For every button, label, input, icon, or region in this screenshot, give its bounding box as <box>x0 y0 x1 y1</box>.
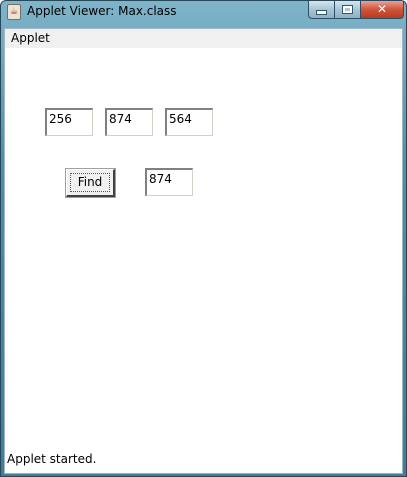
result-field[interactable]: 874 <box>145 168 193 196</box>
close-icon: ✕ <box>376 2 388 16</box>
menu-applet[interactable]: Applet <box>11 31 50 45</box>
window-title: Applet Viewer: Max.class <box>27 4 177 18</box>
number-input-3[interactable]: 564 <box>165 108 213 136</box>
status-text: Applet started. <box>7 452 97 466</box>
number-input-1[interactable]: 256 <box>45 108 93 136</box>
minimize-icon <box>316 10 327 15</box>
close-button[interactable]: ✕ <box>360 1 404 19</box>
find-button[interactable]: Find <box>65 168 116 198</box>
focus-ring <box>70 173 110 192</box>
maximize-button[interactable] <box>334 1 361 19</box>
maximize-icon <box>342 5 353 14</box>
applet-area: Applet 256 874 564 Find 874 Applet start… <box>4 28 403 474</box>
applet-viewer-window: ☕ Applet Viewer: Max.class ✕ Applet 256 … <box>0 0 407 477</box>
title-bar[interactable]: ☕ Applet Viewer: Max.class ✕ <box>1 1 406 23</box>
minimize-button[interactable] <box>308 1 335 19</box>
menu-bar: Applet <box>5 29 402 48</box>
number-input-2[interactable]: 874 <box>105 108 153 136</box>
java-cup-icon[interactable]: ☕ <box>7 4 21 20</box>
